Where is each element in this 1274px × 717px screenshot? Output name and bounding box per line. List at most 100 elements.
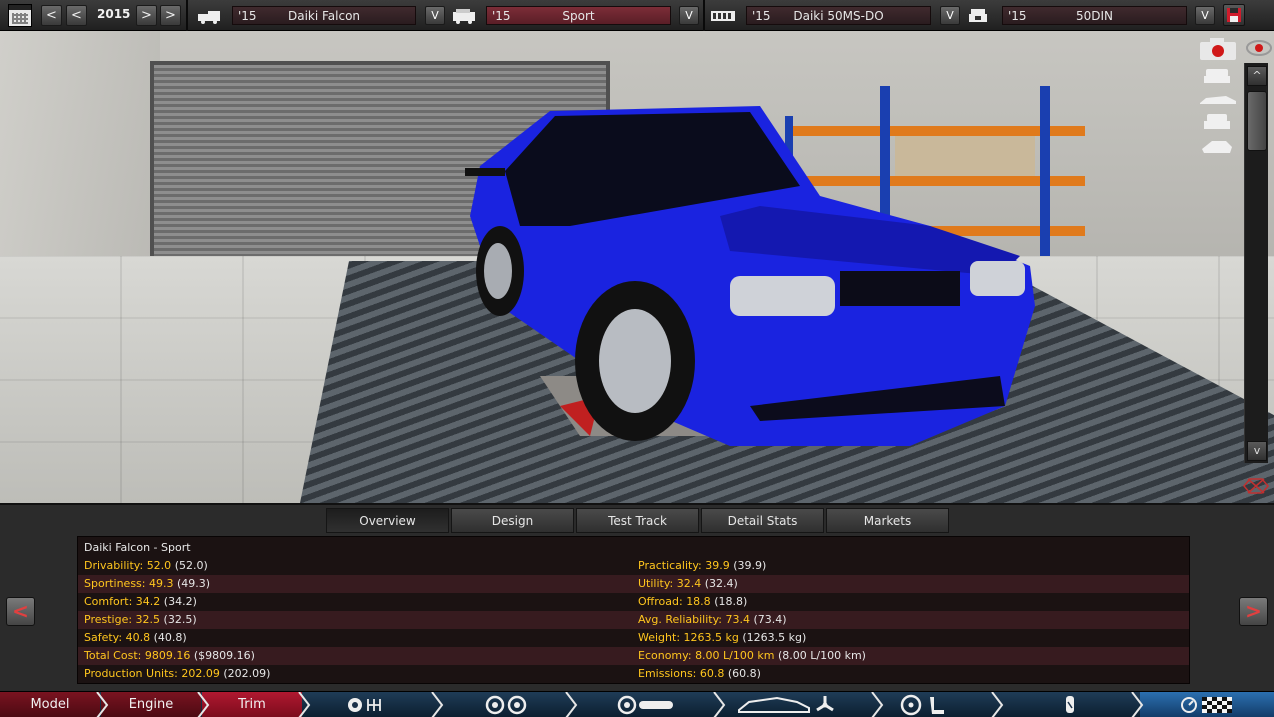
save-button[interactable] (1223, 4, 1245, 26)
chevron-right-icon (96, 692, 109, 717)
stat-item: Economy: 8.00 L/100 km (8.00 L/100 km) (638, 649, 866, 662)
toolbar-divider (703, 0, 705, 31)
camera-icon[interactable] (1198, 37, 1238, 63)
nav-model[interactable]: Model (0, 692, 100, 717)
rear-view-icon[interactable] (1202, 113, 1232, 131)
chevron-right-icon (431, 692, 444, 717)
wheels-icon[interactable] (484, 694, 528, 716)
stat-value: 8.00 L/100 km (695, 649, 775, 662)
stat-item: Comfort: 34.2 (34.2) (84, 595, 197, 608)
year-back-fast-button[interactable]: < (41, 5, 62, 26)
scroll-down-button[interactable]: v (1247, 441, 1267, 461)
trim-dropdown-button[interactable]: V (679, 6, 699, 25)
stat-value: 52.0 (146, 559, 172, 572)
stat-label: Comfort: (84, 595, 133, 608)
app-window: < < 2015 > > '15 Daiki Falcon V '15 Spor… (0, 0, 1274, 717)
body-aero-icon[interactable] (737, 694, 837, 716)
chevron-right-icon (871, 692, 884, 717)
nav-engine[interactable]: Engine (101, 692, 201, 717)
stat-prev: (34.2) (163, 595, 197, 608)
fuel-system-icon[interactable] (1058, 694, 1082, 716)
stat-prev: (52.0) (174, 559, 208, 572)
tab-detail-stats[interactable]: Detail Stats (701, 508, 824, 533)
stat-label: Practicality: (638, 559, 702, 572)
overview-stats: Daiki Falcon - Sport Drivability: 52.0 (… (77, 536, 1190, 684)
stat-item: Utility: 32.4 (32.4) (638, 577, 738, 590)
tab-markets[interactable]: Markets (826, 508, 949, 533)
previous-car-button[interactable]: < (6, 597, 35, 626)
stat-value: 73.4 (725, 613, 751, 626)
stat-label: Utility: (638, 577, 674, 590)
stat-item: Weight: 1263.5 kg (1263.5 kg) (638, 631, 806, 644)
nav-finish-section[interactable] (1140, 692, 1274, 717)
chevron-right-icon (298, 692, 311, 717)
stat-row: Prestige: 32.5 (32.5) Avg. Reliability: 7… (78, 611, 1189, 629)
stats-panel: Overview Design Test Track Detail Stats … (0, 503, 1274, 691)
next-car-button[interactable]: > (1239, 597, 1268, 626)
year-forward-fast-button[interactable]: > (160, 5, 181, 26)
stat-value: 32.4 (676, 577, 702, 590)
car-model-render[interactable] (460, 76, 1050, 486)
stat-label: Emissions: (638, 667, 697, 680)
tab-design[interactable]: Design (451, 508, 574, 533)
engine-dropdown-button[interactable]: V (940, 6, 960, 25)
tab-test-track[interactable]: Test Track (576, 508, 699, 533)
model-name: Daiki Falcon (287, 9, 361, 23)
engine-select[interactable]: '15 Daiki 50MS-DO (746, 6, 931, 25)
stat-label: Safety: (84, 631, 123, 644)
model-dropdown-button[interactable]: V (425, 6, 445, 25)
stat-value: 39.9 (705, 559, 730, 572)
scroll-up-button[interactable]: ^ (1247, 66, 1267, 86)
front-view-icon[interactable] (1202, 67, 1232, 85)
stat-item: Avg. Reliability: 73.4 (73.4) (638, 613, 787, 626)
angle-view-icon[interactable] (1200, 137, 1234, 157)
stat-prev: (18.8) (714, 595, 748, 608)
interior-icon[interactable] (900, 694, 950, 716)
nav-trim[interactable]: Trim (202, 692, 302, 717)
stat-prev: (40.8) (153, 631, 187, 644)
stat-value: 34.2 (135, 595, 161, 608)
engine-icon (711, 11, 735, 21)
visibility-icon[interactable] (1246, 37, 1272, 59)
stat-row: Safety: 40.8 (40.8) Weight: 1263.5 kg (12… (78, 629, 1189, 647)
tab-overview[interactable]: Overview (326, 508, 449, 533)
chevron-right-icon (197, 692, 210, 717)
stat-item: Production Units: 202.09 (202.09) (84, 667, 270, 680)
model-select[interactable]: '15 Daiki Falcon (232, 6, 416, 25)
chevron-right-icon (565, 692, 578, 717)
stat-value: 32.5 (135, 613, 161, 626)
save-icon (1227, 8, 1241, 22)
stat-label: Prestige: (84, 613, 133, 626)
suspension-icon[interactable] (617, 694, 677, 716)
chevron-right-icon (1131, 692, 1144, 717)
stat-row: Comfort: 34.2 (34.2) Offroad: 18.8 (18.8) (78, 593, 1189, 611)
car-model-icon (198, 11, 220, 24)
engine-variant-select[interactable]: '15 50DIN (1002, 6, 1187, 25)
stat-label: Drivability: (84, 559, 144, 572)
top-toolbar: < < 2015 > > '15 Daiki Falcon V '15 Spor… (0, 0, 1274, 31)
year-back-button[interactable]: < (66, 5, 87, 26)
stat-prev: (32.4) (704, 577, 738, 590)
view-scrollbar[interactable]: ^ v (1244, 63, 1268, 463)
stat-prev: (8.00 L/100 km) (777, 649, 866, 662)
stat-label: Production Units: (84, 667, 178, 680)
trim-select[interactable]: '15 Sport (486, 6, 671, 25)
reset-view-icon[interactable] (1242, 475, 1270, 497)
year-forward-button[interactable]: > (136, 5, 157, 26)
stat-item: Offroad: 18.8 (18.8) (638, 595, 747, 608)
stat-value: 202.09 (181, 667, 220, 680)
car-title: Daiki Falcon - Sport (84, 541, 191, 554)
stat-value: 9809.16 (144, 649, 191, 662)
car-viewport[interactable]: ^ v (0, 31, 1274, 503)
stat-item: Practicality: 39.9 (39.9) (638, 559, 766, 572)
calendar-icon[interactable] (8, 4, 32, 27)
stat-value: 49.3 (149, 577, 174, 590)
stat-value: 18.8 (686, 595, 711, 608)
stat-prev: (39.9) (733, 559, 767, 572)
gearbox-icon[interactable] (344, 694, 384, 716)
chevron-right-icon (991, 692, 1004, 717)
engine-variant-dropdown-button[interactable]: V (1195, 6, 1215, 25)
side-view-icon[interactable] (1198, 93, 1238, 107)
stat-row: Production Units: 202.09 (202.09) Emissio… (78, 665, 1189, 683)
scroll-thumb[interactable] (1247, 91, 1267, 151)
